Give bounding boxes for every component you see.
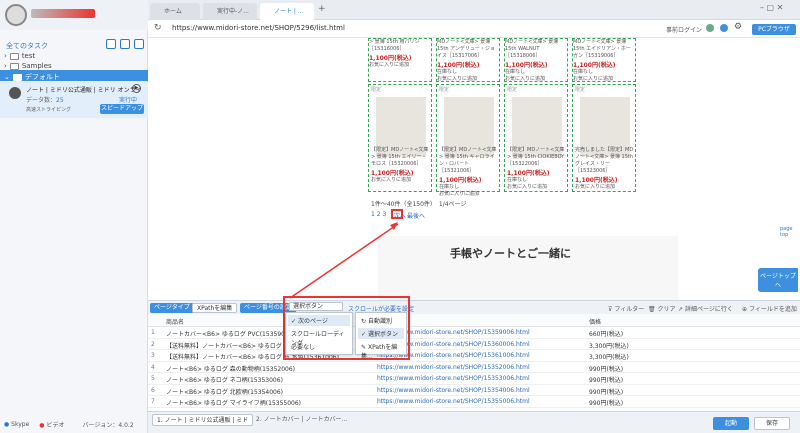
trash-icon: 🗑 [648,306,656,313]
folder-icon [9,62,19,70]
chevron-right-icon: › [4,62,7,70]
save-button[interactable]: 保存 [754,417,790,430]
banner-title: 手帳やノートとご一緒に [450,247,571,260]
page-type-button[interactable]: ページタイプ [150,303,194,313]
add-folder-icon[interactable] [106,39,116,49]
login-button[interactable]: 事前ログイン [666,25,702,34]
pc-browser-button[interactable]: PCブラウザ [752,24,796,35]
skype-icon: ● [4,421,10,428]
speedup-button[interactable]: スピードアップ [100,104,144,114]
browser-tabbar: ホーム 実行中-ノ... ノート | ... + – ▢ ✕ [148,0,800,20]
menu-item-edit-xpath[interactable]: ✎ XPathを編集... [358,341,404,361]
menu-item-select-button[interactable]: ✓ 選択ボタン [358,328,404,339]
folder-test[interactable]: › test [4,52,35,60]
url-bar: ↻ https://www.midori-store.net/SHOP/5296… [148,20,800,38]
all-tasks-title: 全てのタスク [6,42,48,50]
table-row[interactable]: 3 【送料無料】ノートカバー<B6> ゆるログ 布 水色(15361006) htt… [148,350,800,362]
username-bar [31,9,95,18]
step-tab-2[interactable]: 2. ノートカバー | ノートカバー... [252,414,351,426]
detail-page-button[interactable]: ↗ 詳細ページに行く [678,304,733,313]
filter-icon: ⊽ [608,306,613,313]
chevron-down-icon: ⌄ [4,73,10,81]
product-card[interactable]: MDノート<文庫> 景簿 15th WALNUT ［15318006］ 1,10… [504,38,568,82]
product-card[interactable]: 限定 【限定】MDノート<文庫> 景簿 15th CIOKIEBOY［15322… [504,84,568,192]
status-icon [706,24,714,32]
link-icon: ↗ [678,306,684,313]
column-header-price: 価格 [589,319,602,326]
xpath-edit-select[interactable]: XPathを編集 [192,303,238,313]
pagination-summary: 1件〜40件（全150件） 1/4ページ [371,201,467,208]
status-text: 実行中 [119,97,138,104]
avatar[interactable] [5,4,27,26]
page-top-link[interactable]: page top [780,226,800,238]
next-page-submenu: ↻ 自動識別 ✓ 選択ボタン ✎ XPathを編集... [355,312,407,360]
table-row[interactable]: 4 ノート<B6> ゆるログ 森の動物柄(15352006) https://www… [148,362,800,373]
export-icon[interactable] [134,39,144,49]
profile-icon[interactable] [720,24,728,32]
product-grid: > 景簿 15th 用パリジ ［15316006］ 1,100円(税込) お気に… [368,38,778,208]
robot-icon [9,87,21,99]
product-card[interactable]: MDノート<文庫> 景簿 15th エイドリアン・ホーガン［15319006］ … [572,38,636,82]
refresh-icon: ↻ [361,318,367,325]
table-row[interactable]: 2 【送料無料】ノートカバー<B6> ゆるログ 布 ベージ... https://w… [148,339,800,350]
highlight-box [391,209,403,219]
column-header-name: 商品名 [166,319,185,326]
data-count: 25 [56,97,64,104]
new-tab-icon[interactable]: + [318,4,326,14]
task-name: ノート | ミドリ公式通販 | ミドリ オンライ [26,87,142,94]
table-row[interactable]: 1 ノートカバー<B6> ゆるログ PVC(15359006) https://ww… [148,327,800,339]
window-controls[interactable]: – ▢ ✕ [760,3,783,12]
web-content: > 景簿 15th 用パリジ ［15316006］ 1,100円(税込) お気に… [148,38,800,300]
bottom-bar: 1. ノート | ミドリ公式通販 | ミド 2. ノートカバー | ノートカバー… [148,411,800,433]
sidebar-header [0,0,148,30]
folder-samples[interactable]: › Samples [4,62,52,70]
sidebar-footer: ● Skype ● ビデオ バージョン：4.0.2 [4,420,134,429]
folder-icon [12,73,22,81]
data-count-label: データ数： [26,97,57,104]
settings-gear-icon[interactable]: ⚙ [734,22,742,32]
url-input[interactable]: https://www.midori-store.net/SHOP/5296/l… [172,24,345,32]
pagination-type-menu: ✓ 次のページ スクロールローディング 必要なし [285,312,353,355]
tab-home[interactable]: ホーム [150,3,200,20]
tab-current[interactable]: ノート | ... [260,3,314,20]
page-top-float-button[interactable]: ページトップへ [758,268,798,292]
add-field-button[interactable]: ⊕ フィールドを追加 [742,304,797,313]
import-icon[interactable] [120,39,130,49]
clear-button[interactable]: 🗑 クリア [648,304,676,313]
table-row[interactable]: 5 ノート<B6> ゆるログ ネコ柄(15353006) https://www.m… [148,373,800,385]
skype-link[interactable]: ● Skype [4,421,29,428]
menu-item-next-page[interactable]: ✓ 次のページ [288,315,350,326]
version-text: バージョン：4.0.2 [82,422,134,429]
folder-default[interactable]: ⌄ デフォルト [0,70,148,81]
pagination-pages[interactable]: 1 2 3 [371,211,386,218]
product-card[interactable]: > 景簿 15th 用パリジ ［15316006］ 1,100円(税込) お気に… [368,38,432,82]
product-card[interactable]: 限定 完売しました【限定】MDノート<文庫> 景簿 15th グレイス・リー［1… [572,84,636,192]
step-tab-1[interactable]: 1. ノート | ミドリ公式通販 | ミド [152,414,254,426]
product-card[interactable]: 限定 【限定】MDノート<文庫> 景簿 15th エイリー・モロス［153200… [368,84,432,192]
chevron-right-icon: › [4,52,7,60]
video-icon: ● [39,422,45,429]
product-card[interactable]: MDノート<文庫> 景簿 15th アンデリュー・ジョイス［15317006］ … [436,38,500,82]
video-link[interactable]: ● ビデオ [39,420,64,429]
mode-text: 高速ストライピング [26,107,72,113]
select-button-dropdown[interactable]: 選択ボタン [289,302,343,311]
table-row[interactable]: 7 ノート<B6> ゆるログ マイライフ柄(15355006) https://ww… [148,396,800,408]
arrow-annotation [289,222,399,299]
product-card[interactable]: 限定 【限定】MDノート<文庫> 景簿 15th キャロライン・ロバート［153… [436,84,500,197]
tab-running[interactable]: 実行中-ノ... [203,3,257,20]
extract-toolbar: ページタイプ XPathを編集 ページ番号の設定 スクロールが必要を設定 ⊽ フ… [148,300,800,314]
table-header: 商品名 価格 [148,314,800,327]
play-icon[interactable]: ▶ [132,84,141,93]
edit-icon: ✎ [361,344,367,351]
refresh-icon[interactable]: ↻ [154,23,162,33]
start-button[interactable]: 起動 [713,417,749,430]
folder-icon [9,52,19,60]
last-page-link[interactable]: 最後へ [407,211,425,220]
table-row[interactable]: 6 ノート<B6> ゆるログ 北欧柄(15354006) https://www.m… [148,385,800,396]
filter-button[interactable]: ⊽ フィルター [608,304,644,313]
plus-icon: ⊕ [742,306,748,313]
menu-item-none[interactable]: 必要なし [288,341,350,352]
menu-item-auto-detect[interactable]: ↻ 自動識別 [358,315,404,326]
sidebar-actions [106,39,144,49]
